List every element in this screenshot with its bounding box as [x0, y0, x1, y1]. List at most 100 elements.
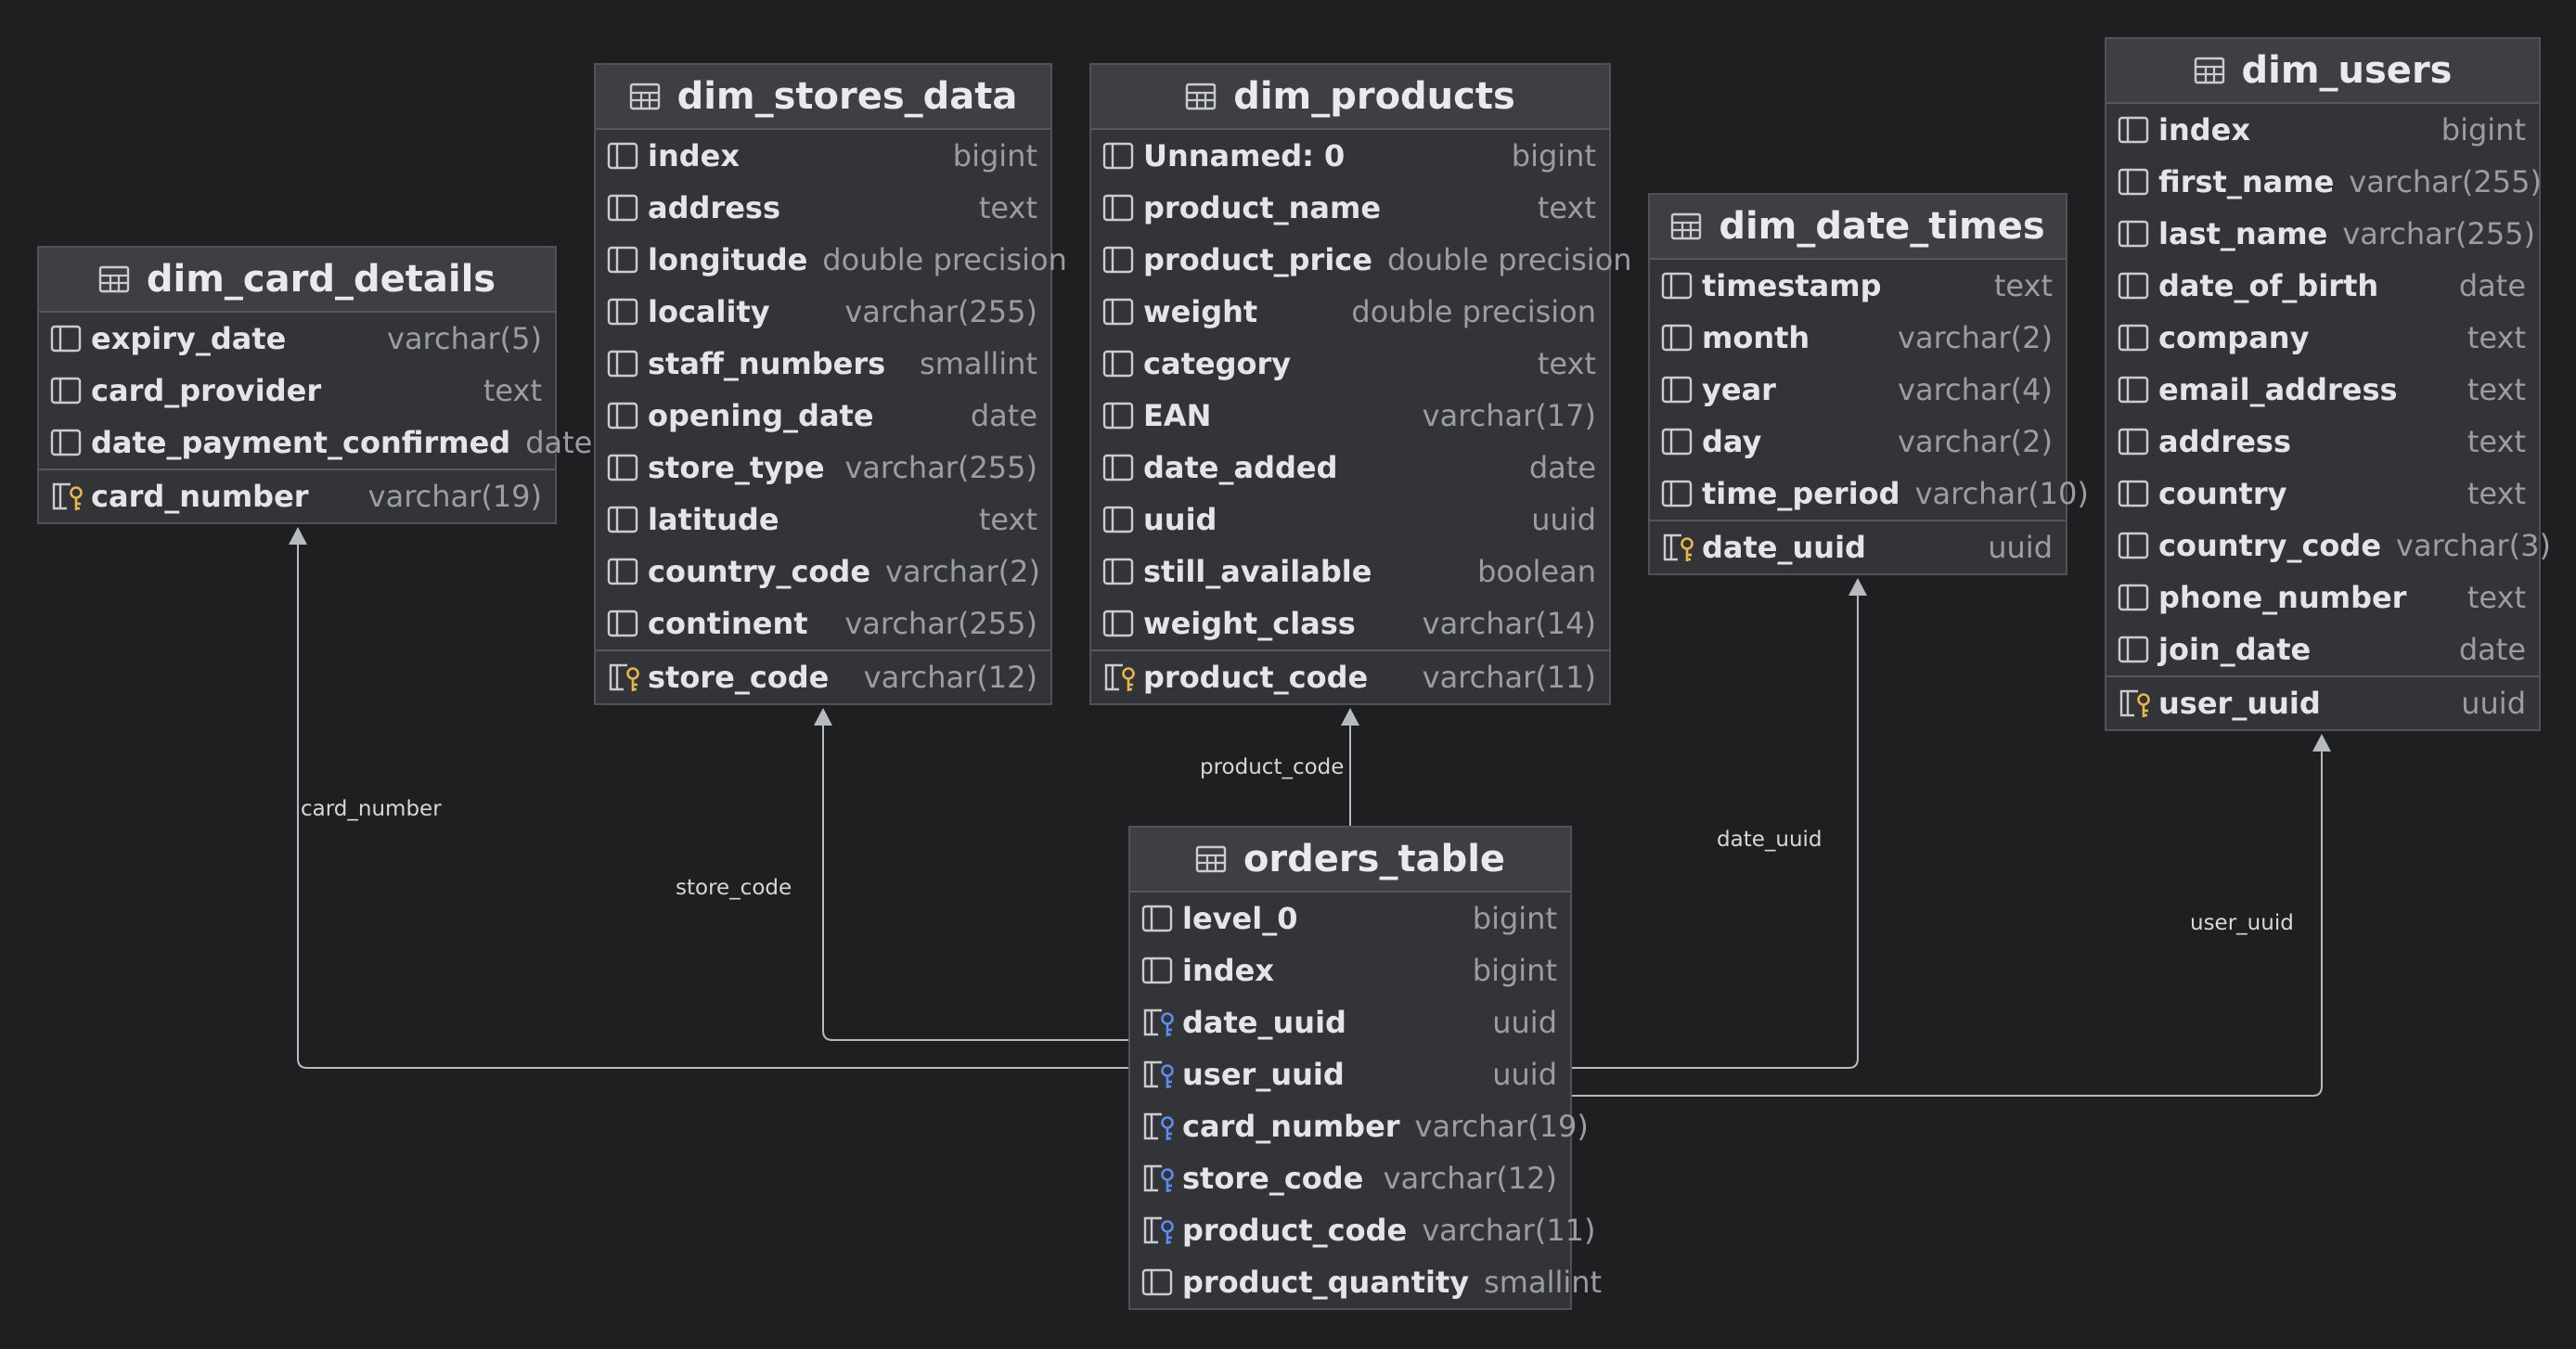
table-title: dim_date_times — [1719, 205, 2045, 248]
table-header[interactable]: dim_card_details — [39, 248, 555, 313]
column-type: varchar(11) — [1422, 1213, 1596, 1248]
column-row[interactable]: product_code varchar(11) — [1130, 1204, 1596, 1256]
column-type: date — [525, 425, 593, 460]
column-row[interactable]: first_name varchar(255) — [2106, 156, 2542, 208]
column-row[interactable]: Unnamed: 0 bigint — [1091, 130, 1609, 182]
column-row[interactable]: year varchar(4) — [1650, 364, 2066, 416]
column-row[interactable]: locality varchar(255) — [596, 286, 1050, 338]
column-row[interactable]: date_payment_confirmed date — [39, 417, 592, 469]
column-icon — [607, 243, 642, 276]
table-title: dim_card_details — [146, 258, 496, 301]
column-row[interactable]: product_quantity smallint — [1130, 1256, 1602, 1308]
column-row[interactable]: user_uuid uuid — [1130, 1048, 1570, 1100]
table-header[interactable]: dim_date_times — [1650, 195, 2066, 260]
column-row[interactable]: staff_numbers smallint — [596, 338, 1050, 390]
table-header[interactable]: orders_table — [1130, 828, 1570, 893]
column-row[interactable]: email_address text — [2106, 364, 2539, 416]
table-header[interactable]: dim_users — [2106, 39, 2539, 104]
column-row[interactable]: phone_number text — [2106, 572, 2539, 623]
column-row[interactable]: still_available boolean — [1091, 546, 1609, 597]
table-title: orders_table — [1243, 838, 1506, 880]
table-header[interactable]: dim_products — [1091, 65, 1609, 130]
column-row[interactable]: join_date date — [2106, 623, 2539, 675]
column-name: phone_number — [2158, 580, 2407, 615]
primary-key-row[interactable]: product_code varchar(11) — [1091, 649, 1609, 703]
column-type: varchar(255) — [2349, 164, 2542, 199]
column-row[interactable]: product_price double precision — [1091, 234, 1632, 286]
column-name: opening_date — [648, 398, 874, 433]
column-name: user_uuid — [2158, 686, 2321, 721]
column-row[interactable]: country_code varchar(3) — [2106, 520, 2551, 572]
column-row[interactable]: time_period varchar(10) — [1650, 468, 2089, 520]
column-row[interactable]: weight_class varchar(14) — [1091, 597, 1609, 649]
primary-key-icon — [1661, 531, 1696, 564]
table-header[interactable]: dim_stores_data — [596, 65, 1050, 130]
column-row[interactable]: address text — [596, 182, 1050, 234]
column-row[interactable]: latitude text — [596, 494, 1050, 546]
column-row[interactable]: index bigint — [1130, 944, 1570, 996]
column-name: product_name — [1143, 190, 1382, 225]
table-orders-table[interactable]: orders_table level_0 bigint index bigint date… — [1128, 826, 1602, 1310]
column-icon — [1102, 607, 1138, 640]
primary-key-row[interactable]: store_code varchar(12) — [596, 649, 1050, 703]
primary-key-row[interactable]: card_number varchar(19) — [39, 469, 555, 522]
column-row[interactable]: card_number varchar(19) — [1130, 1100, 1589, 1152]
table-dim-users[interactable]: dim_users index bigint first_name varchar(25… — [2105, 37, 2551, 731]
column-row[interactable]: EAN varchar(17) — [1091, 390, 1609, 442]
column-row[interactable]: opening_date date — [596, 390, 1050, 442]
column-row[interactable]: date_of_birth date — [2106, 260, 2539, 312]
table-icon — [1185, 83, 1217, 110]
column-row[interactable]: store_type varchar(255) — [596, 442, 1050, 494]
column-row[interactable]: product_name text — [1091, 182, 1609, 234]
column-icon — [1102, 295, 1138, 328]
column-row[interactable]: index bigint — [596, 130, 1050, 182]
er-diagram-canvas[interactable]: dim_card_details expiry_date varchar(5) car… — [0, 0, 2576, 1349]
column-icon — [607, 295, 642, 328]
column-row[interactable]: date_added date — [1091, 442, 1609, 494]
column-icon — [1102, 243, 1138, 276]
column-row[interactable]: day varchar(2) — [1650, 416, 2066, 468]
column-row[interactable]: store_code varchar(12) — [1130, 1152, 1570, 1204]
column-type: text — [1993, 268, 2053, 303]
table-dim-products[interactable]: dim_products Unnamed: 0 bigint product_name… — [1089, 63, 1632, 705]
column-row[interactable]: country_code varchar(2) — [596, 546, 1050, 597]
column-icon — [1141, 954, 1177, 987]
column-row[interactable]: last_name varchar(255) — [2106, 208, 2539, 260]
column-row[interactable]: company text — [2106, 312, 2539, 364]
foreign-key-icon — [1141, 1214, 1177, 1247]
table-dim-stores-data[interactable]: dim_stores_data index bigint address text lon… — [594, 63, 1067, 705]
column-row[interactable]: longitude double precision — [596, 234, 1067, 286]
table-dim-date-times[interactable]: dim_date_times timestamp text month varchar(… — [1648, 193, 2089, 575]
column-name: last_name — [2158, 216, 2328, 251]
column-type: varchar(10) — [1914, 476, 2089, 511]
column-name: address — [648, 190, 780, 225]
relation-store-code[interactable] — [814, 708, 1128, 1041]
primary-key-row[interactable]: date_uuid uuid — [1650, 520, 2066, 573]
table-dim-card-details[interactable]: dim_card_details expiry_date varchar(5) car… — [37, 246, 592, 524]
column-name: product_code — [1182, 1213, 1408, 1248]
column-type: uuid — [2461, 686, 2526, 721]
column-row[interactable]: index bigint — [2106, 104, 2539, 156]
column-row[interactable]: expiry_date varchar(5) — [39, 313, 555, 365]
column-type: date — [2458, 632, 2526, 667]
column-row[interactable]: uuid uuid — [1091, 494, 1609, 546]
column-row[interactable]: month varchar(2) — [1650, 312, 2066, 364]
column-name: day — [1702, 424, 1762, 459]
column-type: varchar(14) — [1422, 606, 1596, 641]
column-row[interactable]: date_uuid uuid — [1130, 996, 1570, 1048]
column-row[interactable]: country text — [2106, 468, 2539, 520]
relation-date-uuid[interactable] — [1572, 578, 1867, 1069]
column-row[interactable]: card_provider text — [39, 365, 555, 417]
column-type: uuid — [1531, 502, 1596, 537]
column-row[interactable]: continent varchar(255) — [596, 597, 1050, 649]
column-icon — [1661, 269, 1696, 302]
primary-key-row[interactable]: user_uuid uuid — [2106, 675, 2539, 729]
column-type: text — [978, 502, 1037, 537]
column-icon — [607, 503, 642, 536]
column-row[interactable]: weight double precision — [1091, 286, 1609, 338]
column-row[interactable]: timestamp text — [1650, 260, 2066, 312]
column-row[interactable]: level_0 bigint — [1130, 893, 1570, 944]
column-icon — [607, 139, 642, 173]
column-row[interactable]: address text — [2106, 416, 2539, 468]
column-row[interactable]: category text — [1091, 338, 1609, 390]
